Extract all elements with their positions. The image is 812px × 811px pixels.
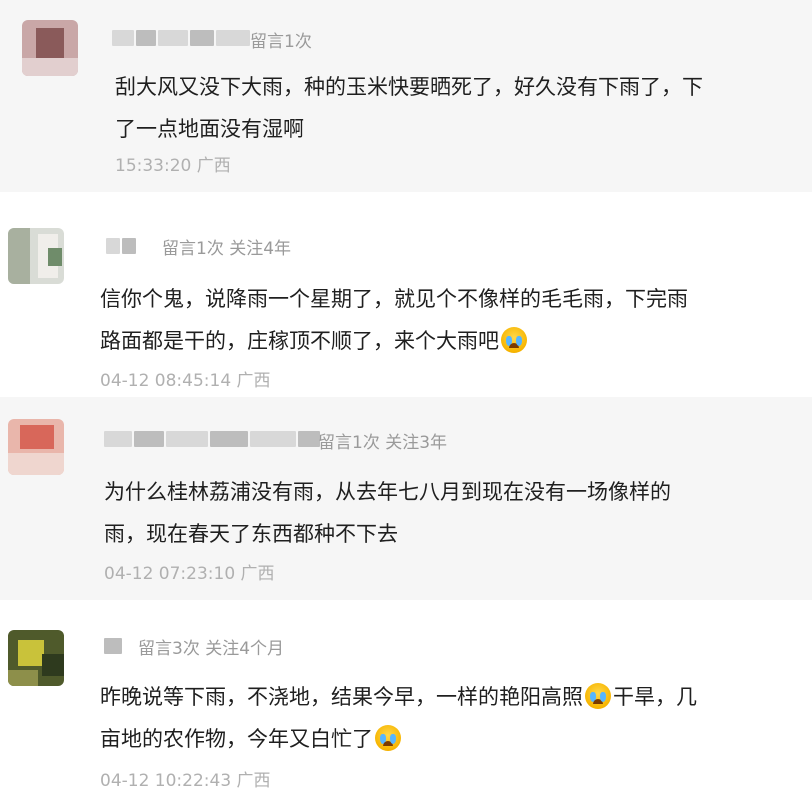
nickname-blurred[interactable] — [106, 237, 138, 255]
comment-item: 留言3次 关注4个月 昨晚说等下雨，不浇地，结果今早，一样的艳阳高照 干旱，几 亩… — [0, 600, 812, 811]
comment-text-line: 路面都是干的，庄稼顶不顺了，来个大雨吧 — [100, 320, 688, 362]
comment-text-line: 雨，现在春天了东西都种不下去 — [104, 522, 398, 546]
comment-item: 留言1次 刮大风又没下大雨，种的玉米快要晒死了，好久没有下雨了，下 了一点地面没… — [0, 0, 812, 192]
comment-item: 留言1次 关注4年 信你个鬼，说降雨一个星期了，就见个不像样的毛毛雨，下完雨 路… — [0, 192, 812, 397]
comment-meta: 留言1次 — [250, 32, 312, 52]
comment-text: 昨晚说等下雨，不浇地，结果今早，一样的艳阳高照 干旱，几 亩地的农作物，今年又白忙… — [100, 676, 697, 760]
comment-time: 04-12 07:23:10 广西 — [104, 564, 275, 584]
comment-meta: 留言3次 关注4个月 — [138, 639, 285, 659]
comment-time: 04-12 08:45:14 广西 — [100, 371, 271, 391]
nickname-blurred[interactable] — [112, 29, 252, 47]
avatar[interactable] — [8, 419, 64, 475]
comment-text-segment: 干旱，几 — [613, 685, 697, 709]
comment-text-line: 了一点地面没有湿啊 — [115, 117, 304, 141]
comment-text-line: 为什么桂林荔浦没有雨，从去年七八月到现在没有一场像样的 — [104, 480, 671, 504]
comment-text-line: 昨晚说等下雨，不浇地，结果今早，一样的艳阳高照 干旱，几 — [100, 676, 697, 718]
comment-text-segment: 亩地的农作物，今年又白忙了 — [100, 727, 373, 751]
comment-item: 留言1次 关注3年 为什么桂林荔浦没有雨，从去年七八月到现在没有一场像样的 雨，… — [0, 397, 812, 600]
avatar[interactable] — [8, 228, 64, 284]
comment-text: 信你个鬼，说降雨一个星期了，就见个不像样的毛毛雨，下完雨 路面都是干的，庄稼顶不… — [100, 278, 688, 362]
nickname-blurred[interactable] — [104, 637, 124, 655]
comment-text-segment: 路面都是干的，庄稼顶不顺了，来个大雨吧 — [100, 329, 499, 353]
avatar[interactable] — [22, 20, 78, 76]
comment-meta: 留言1次 关注3年 — [318, 433, 448, 453]
comment-text: 刮大风又没下大雨，种的玉米快要晒死了，好久没有下雨了，下 了一点地面没有湿啊 — [115, 66, 703, 150]
comment-time: 15:33:20 广西 — [115, 156, 231, 176]
crying-emoji-icon — [375, 725, 401, 751]
comment-time: 04-12 10:22:43 广西 — [100, 771, 271, 791]
avatar[interactable] — [8, 630, 64, 686]
comment-text-line: 刮大风又没下大雨，种的玉米快要晒死了，好久没有下雨了，下 — [115, 75, 703, 99]
crying-emoji-icon — [585, 683, 611, 709]
comment-text-line: 亩地的农作物，今年又白忙了 — [100, 718, 697, 760]
comment-meta: 留言1次 关注4年 — [162, 239, 292, 259]
nickname-blurred[interactable] — [104, 430, 322, 448]
comment-text-segment: 昨晚说等下雨，不浇地，结果今早，一样的艳阳高照 — [100, 685, 583, 709]
crying-emoji-icon — [501, 327, 527, 353]
comment-text-line: 信你个鬼，说降雨一个星期了，就见个不像样的毛毛雨，下完雨 — [100, 287, 688, 311]
comment-text: 为什么桂林荔浦没有雨，从去年七八月到现在没有一场像样的 雨，现在春天了东西都种不… — [104, 471, 671, 555]
